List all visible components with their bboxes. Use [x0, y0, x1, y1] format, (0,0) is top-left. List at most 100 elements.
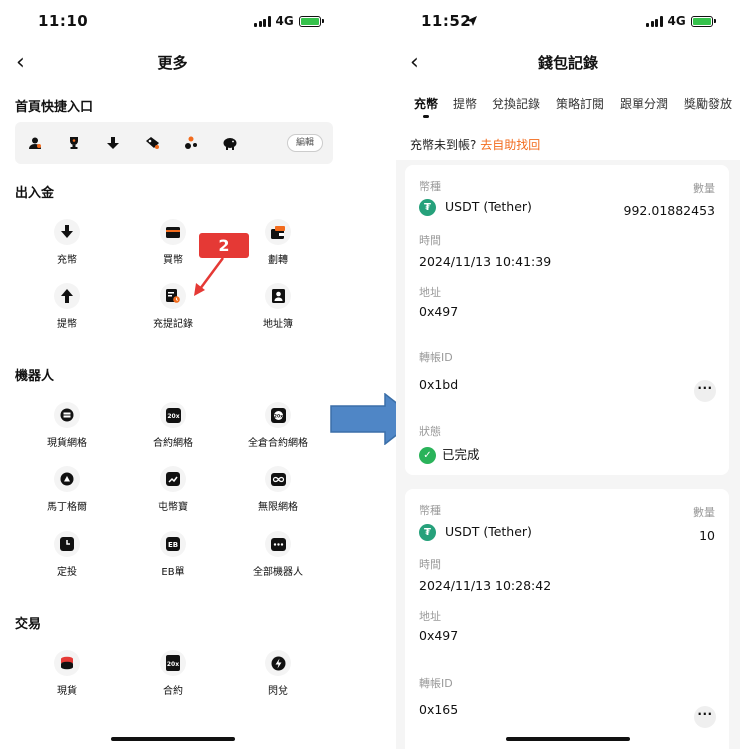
transfer-wallet-icon	[265, 219, 291, 245]
contract-icon: 20x	[160, 650, 186, 676]
spot-item[interactable]: 現貨	[22, 650, 112, 697]
record-clock-icon	[160, 283, 186, 309]
annotation-arrow-icon	[194, 257, 225, 296]
status-bar: 11:52 4G	[396, 0, 740, 44]
deposit-arrow-icon	[54, 219, 80, 245]
spot-grid-icon	[54, 402, 80, 428]
address-label: 地址	[419, 610, 441, 623]
item-label: 屯幣寶	[158, 502, 188, 513]
active-tab-indicator	[423, 115, 429, 118]
page-title: 更多	[157, 54, 188, 72]
txid-label: 轉帳ID	[419, 677, 453, 690]
eb-order-item[interactable]: EB EB單	[128, 531, 218, 578]
amount-label: 數量	[693, 506, 715, 519]
infinity-grid-item[interactable]: 無限網格	[233, 466, 323, 513]
molecule-icon[interactable]	[183, 135, 199, 151]
status-bar: 11:10 4G	[0, 0, 345, 44]
all-bots-icon	[265, 531, 291, 557]
more-options-button[interactable]: ···	[694, 706, 716, 728]
item-label: 馬丁格爾	[47, 502, 87, 513]
check-circle-icon: ✓	[419, 447, 436, 464]
address-book-item[interactable]: 地址簿	[233, 283, 323, 330]
status-indicators: 4G	[254, 14, 324, 28]
page-title: 錢包記錄	[537, 54, 598, 72]
item-label: 充提記錄	[153, 319, 193, 330]
deposit-notice: 充幣未到帳? 去自助找回	[410, 136, 540, 153]
status-time: 11:10	[38, 12, 89, 30]
coin-hoard-item[interactable]: 屯幣寶	[128, 466, 218, 513]
battery-icon	[298, 15, 324, 27]
item-label: 全部機器人	[253, 567, 303, 578]
all-bots-item[interactable]: 全部機器人	[233, 531, 323, 578]
withdraw-arrow-icon	[54, 283, 80, 309]
futures-grid-item[interactable]: 20x 合約網格	[128, 402, 218, 449]
address-value: 0x497	[419, 628, 459, 643]
tag-icon[interactable]	[144, 135, 160, 151]
download-arrow-icon[interactable]	[105, 135, 121, 151]
coin-label: 幣種	[419, 180, 441, 193]
deposit-record-card[interactable]: 幣種 數量 ₮ USDT (Tether) 992.01882453 時間 202…	[405, 165, 729, 475]
tab-convert-history[interactable]: 兌換記錄	[492, 95, 540, 112]
address-label: 地址	[419, 286, 441, 299]
piggy-bank-icon[interactable]	[222, 135, 238, 151]
martingale-icon	[54, 466, 80, 492]
network-label: 4G	[667, 14, 686, 28]
deposit-record-card[interactable]: 幣種 數量 ₮ USDT (Tether) 10 時間 2024/11/13 10…	[405, 489, 729, 749]
infinity-icon	[265, 466, 291, 492]
nav-bar: ‹ 更多	[0, 44, 345, 78]
svg-text:20x: 20x	[167, 661, 179, 668]
bots-section-title: 機器人	[15, 369, 55, 384]
edit-shortcuts-button[interactable]: 編輯	[286, 134, 323, 152]
coin-label: 幣種	[419, 504, 441, 517]
more-screen: 11:10 4G ‹ 更多 首頁快捷入口 編輯 出入金 充幣 買幣 劃轉 提幣 …	[0, 0, 345, 749]
spot-grid-item[interactable]: 現貨網格	[22, 402, 112, 449]
trade-section-title: 交易	[15, 617, 42, 632]
location-arrow-icon	[467, 16, 477, 26]
item-label: 提幣	[57, 319, 77, 330]
martingale-item[interactable]: 馬丁格爾	[22, 466, 112, 513]
card-icon	[160, 219, 186, 245]
tab-deposit[interactable]: 充幣	[414, 95, 438, 112]
item-label: EB單	[161, 567, 185, 578]
battery-icon	[690, 15, 716, 27]
notice-text: 充幣未到帳?	[410, 138, 477, 152]
coin-value: ₮ USDT (Tether)	[419, 199, 532, 216]
item-label: 地址簿	[263, 319, 293, 330]
item-label: 閃兌	[268, 686, 288, 697]
tether-icon: ₮	[419, 199, 436, 216]
tab-rewards[interactable]: 獎勵發放	[684, 95, 732, 112]
cross-futures-grid-item[interactable]: 20x 全倉合約網格	[233, 402, 323, 449]
futures-grid-icon: 20x	[160, 402, 186, 428]
status-indicators: 4G	[646, 14, 716, 28]
item-label: 現貨網格	[47, 438, 87, 449]
deposit-item[interactable]: 充幣	[22, 219, 112, 266]
more-options-button[interactable]: ···	[694, 380, 716, 402]
eb-order-icon: EB	[160, 531, 186, 557]
tab-withdraw[interactable]: 提幣	[453, 95, 477, 112]
contract-item[interactable]: 20x 合約	[128, 650, 218, 697]
trophy-icon[interactable]	[66, 135, 82, 151]
item-label: 合約網格	[153, 438, 193, 449]
status-label: 狀態	[419, 425, 441, 438]
spot-coins-icon	[54, 650, 80, 676]
item-label: 無限網格	[258, 502, 298, 513]
signal-icon	[646, 15, 663, 27]
home-indicator	[110, 737, 235, 741]
time-value: 2024/11/13 10:41:39	[419, 254, 552, 269]
flash-swap-item[interactable]: 閃兌	[233, 650, 323, 697]
network-label: 4G	[275, 14, 294, 28]
withdraw-item[interactable]: 提幣	[22, 283, 112, 330]
cross-futures-grid-icon: 20x	[265, 402, 291, 428]
txid-value: 0x165	[419, 702, 459, 717]
tab-copy-profit-share[interactable]: 跟單分潤	[620, 95, 668, 112]
funds-section-title: 出入金	[15, 186, 55, 201]
self-service-recovery-link[interactable]: 去自助找回	[480, 138, 540, 152]
recurring-buy-item[interactable]: 定投	[22, 531, 112, 578]
amount-label: 數量	[693, 182, 715, 195]
tab-strategy-subscription[interactable]: 策略訂閱	[556, 95, 604, 112]
tether-icon: ₮	[419, 524, 436, 541]
svg-text:20x: 20x	[273, 413, 282, 419]
user-icon[interactable]	[27, 135, 43, 151]
status-time: 11:52	[421, 12, 472, 30]
recurring-buy-icon	[54, 531, 80, 557]
